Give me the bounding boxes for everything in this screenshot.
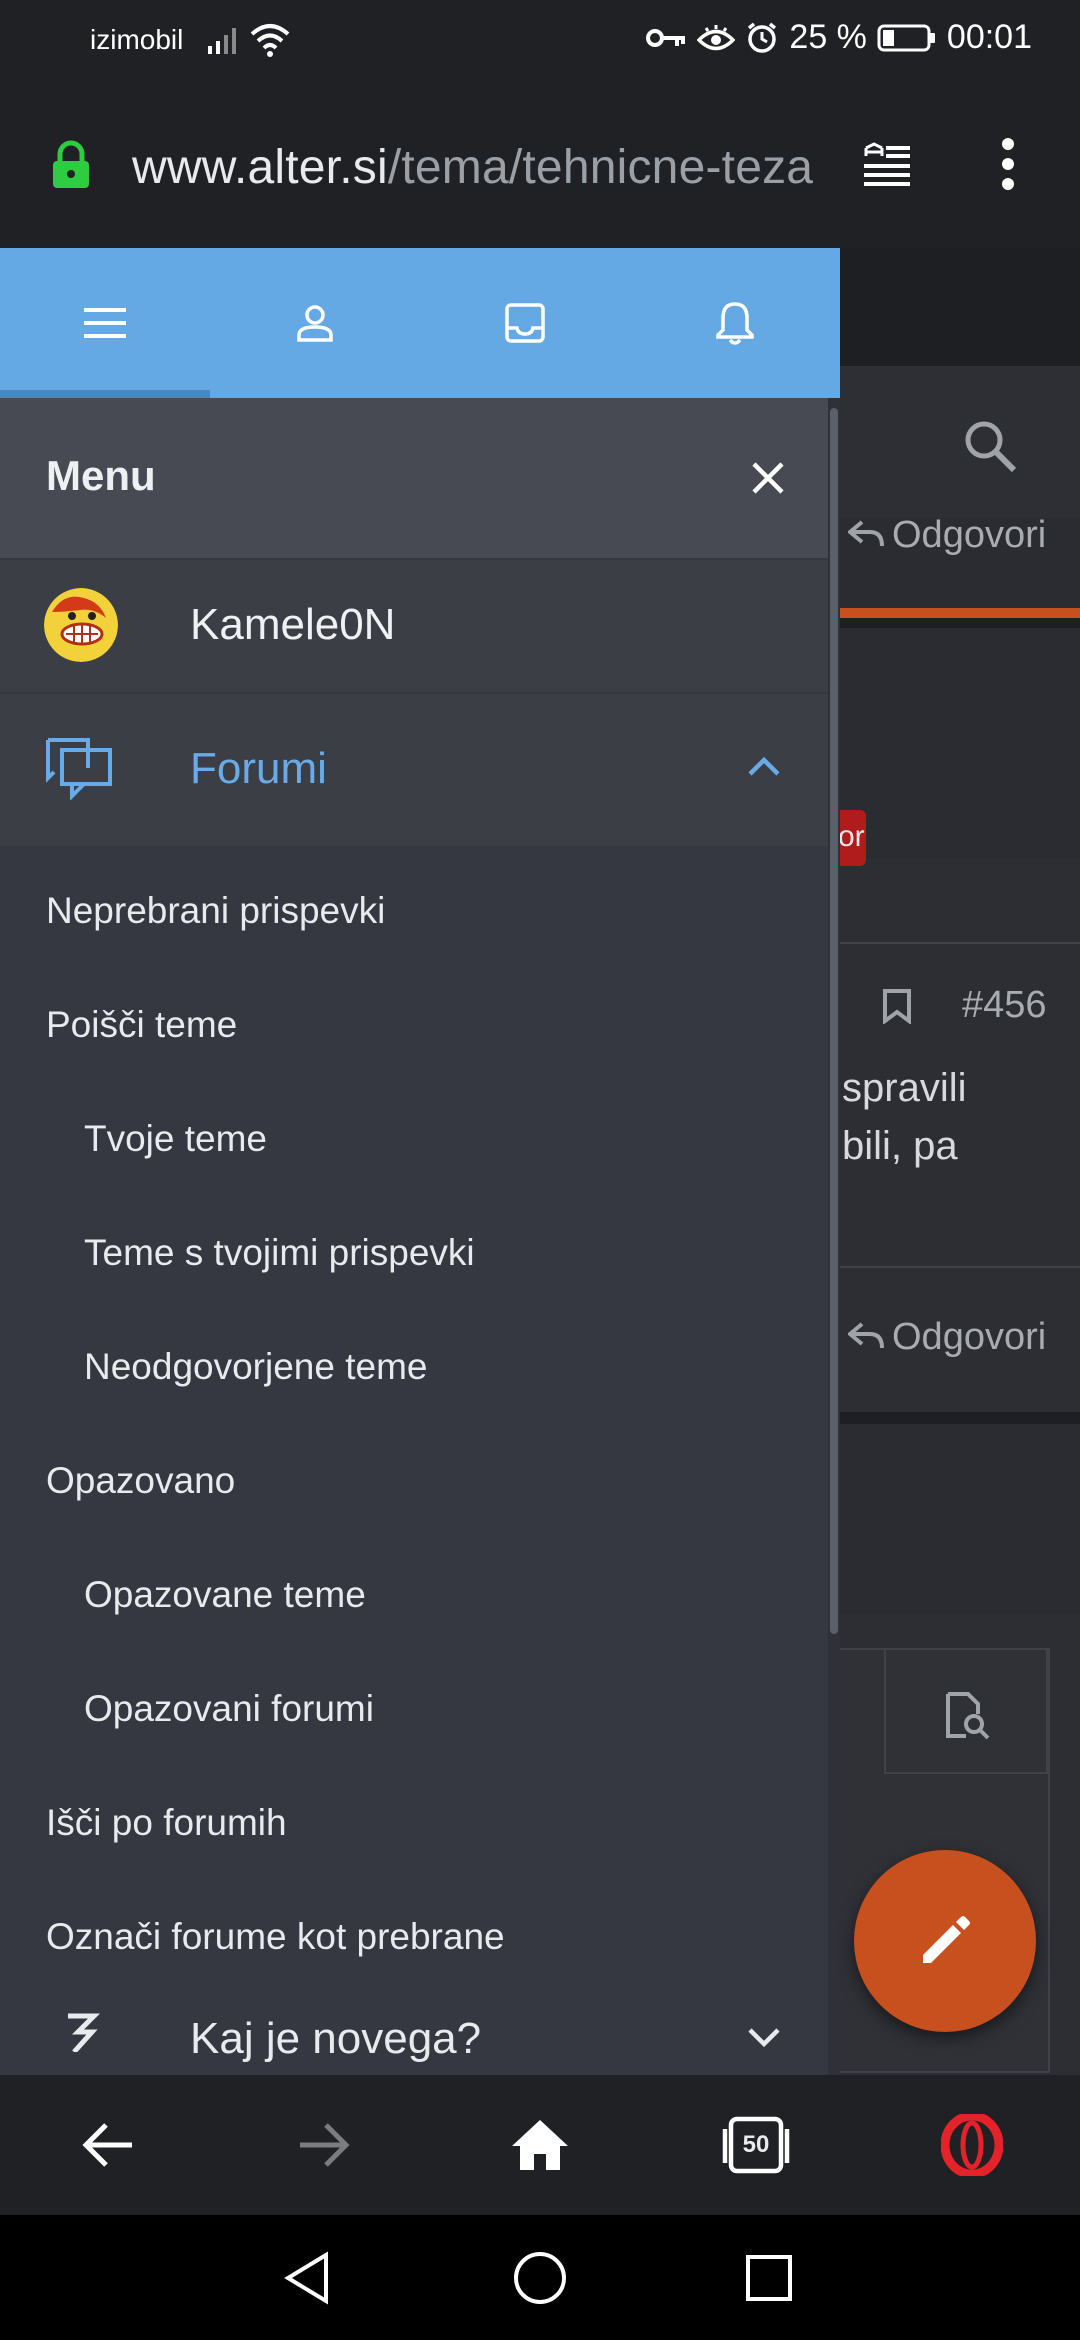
triangle-back-icon (284, 2251, 328, 2305)
active-tab-indicator (0, 390, 210, 398)
tab-notifications[interactable] (630, 248, 840, 398)
menu-item-mark-forums-read[interactable]: Označi forume kot prebrane (46, 1916, 505, 1958)
menu-item-search-forums[interactable]: Išči po forumih (46, 1802, 287, 1844)
menu-item-watched-forums[interactable]: Opazovani forumi (84, 1688, 374, 1730)
eye-comfort-icon (697, 24, 736, 50)
system-back-button[interactable] (272, 2243, 342, 2313)
reply-icon-2 (848, 1322, 884, 1349)
username: Kamele0N (190, 600, 396, 649)
menu-item-watched[interactable]: Opazovano (46, 1460, 235, 1502)
bg-reply-label-2: Odgovori (892, 1316, 1047, 1358)
bg-block (840, 1424, 1080, 1614)
side-drawer: Menu Kamele0N Forumi Neprebrani prispevk… (0, 248, 840, 2075)
home-icon (512, 2120, 568, 2170)
system-recents-button[interactable] (734, 2243, 804, 2313)
bg-divider (840, 942, 1080, 944)
menu-item-watched-threads[interactable]: Opazovane teme (84, 1574, 366, 1616)
square-recents-icon (746, 2255, 792, 2301)
bg-badge-text: or (838, 820, 865, 853)
drawer-tab-bar (0, 248, 840, 398)
browser-bottom-nav: 50 (0, 2075, 1080, 2215)
bg-reply-label-1: Odgovori (892, 514, 1047, 556)
search-icon (965, 421, 1017, 473)
menu-item-threads-with-your-posts[interactable]: Teme s tvojimi prispevki (84, 1232, 475, 1274)
reader-mode-icon[interactable] (862, 140, 912, 190)
bookmark-icon (883, 989, 911, 1024)
bg-gap (840, 618, 1080, 628)
chevron-up-icon[interactable] (746, 754, 782, 778)
opera-menu-button[interactable] (932, 2105, 1012, 2185)
arrow-left-icon (82, 2123, 132, 2167)
home-button[interactable] (500, 2105, 580, 2185)
pencil-icon (923, 1916, 970, 1963)
arrow-right-icon (300, 2123, 350, 2167)
bg-post-1 (840, 518, 1080, 858)
chevron-down-icon (748, 2028, 780, 2048)
menu-item-unanswered-threads[interactable]: Neodgovorjene teme (84, 1346, 428, 1388)
tab-profile[interactable] (210, 248, 420, 398)
bell-icon (716, 302, 754, 345)
preview-icon (946, 1692, 990, 1740)
avatar (44, 588, 118, 662)
bg-header (840, 248, 1080, 366)
bg-post-number: #456 (962, 984, 1047, 1026)
vpn-key-icon (646, 28, 686, 47)
drawer-title: Menu (46, 452, 156, 499)
menu-item-unread-posts[interactable]: Neprebrani prispevki (46, 890, 385, 932)
lightning-icon (68, 2013, 100, 2052)
tab-inbox[interactable] (420, 248, 630, 398)
carrier-name: izimobil (90, 24, 184, 55)
bg-toolbar (840, 366, 1080, 518)
drawer-header: Menu (0, 398, 828, 558)
menu-item-your-threads[interactable]: Tvoje teme (84, 1118, 267, 1160)
forums-section-toggle[interactable]: Forumi (0, 694, 828, 846)
menu-icon (84, 308, 126, 338)
signal-icon (208, 28, 236, 54)
forums-icon (46, 738, 112, 800)
url-domain: www.alter.si (132, 141, 388, 194)
browser-address-bar: www.alter.si/tema/tehnicne-teza (0, 82, 1080, 248)
clock: 00:01 (946, 18, 1032, 56)
bg-gap-2 (840, 1412, 1080, 1424)
alarm-icon (748, 22, 777, 53)
tabs-count: 50 (742, 2131, 770, 2158)
reply-icon (848, 520, 884, 547)
lock-icon[interactable] (50, 140, 92, 190)
opera-logo-icon (941, 2114, 1003, 2176)
url-field[interactable]: www.alter.si/tema/tehnicne-teza (132, 140, 813, 195)
url-path: /tema/tehnicne-teza (387, 141, 814, 194)
close-icon[interactable] (744, 454, 792, 502)
forums-label: Forumi (190, 744, 327, 793)
more-options-icon[interactable] (998, 138, 1018, 190)
user-row[interactable]: Kamele0N (0, 560, 828, 692)
inbox-icon (505, 303, 545, 343)
drawer-scrollbar[interactable] (830, 408, 838, 1634)
system-nav-bar (0, 2215, 1080, 2340)
bg-snippet-1: spravili (842, 1066, 967, 1110)
whats-new-section-toggle[interactable]: Kaj je novega? (0, 1988, 828, 2075)
forward-button[interactable] (284, 2105, 364, 2185)
battery-icon (877, 24, 935, 51)
bg-snippet-2: bili, pa (842, 1124, 958, 1168)
bg-divider-2 (840, 1266, 1080, 1268)
tabs-button[interactable]: 50 (716, 2105, 796, 2185)
bg-accent-line (840, 608, 1080, 618)
tab-menu[interactable] (0, 248, 210, 398)
wifi-icon (250, 24, 290, 57)
circle-home-icon (514, 2252, 566, 2304)
status-bar: izimobil 25 % 00:01 (0, 0, 1080, 82)
back-button[interactable] (68, 2105, 148, 2185)
menu-item-find-threads[interactable]: Poišči teme (46, 1004, 237, 1046)
compose-button[interactable] (854, 1850, 1036, 2032)
menu-item-whats-new: Kaj je novega? (190, 2014, 482, 2063)
profile-icon (297, 305, 333, 342)
battery-percent: 25 % (789, 18, 867, 56)
system-home-button[interactable] (505, 2243, 575, 2313)
